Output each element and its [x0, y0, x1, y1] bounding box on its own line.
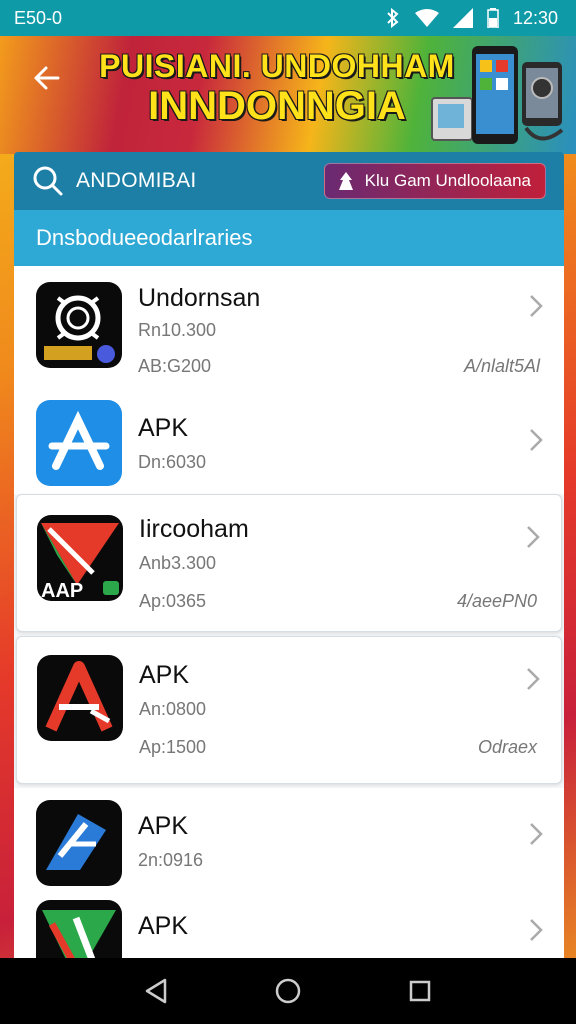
- list-item[interactable]: AAP Iircooham Anb3.300 Ap:0365 4/aeePN0: [16, 494, 562, 632]
- square-recents-icon: [409, 980, 431, 1002]
- promo-button[interactable]: Klu Gam Undloolaana: [323, 163, 546, 199]
- app-icon: [36, 800, 122, 886]
- status-time: 12:30: [512, 7, 558, 28]
- triangle-back-icon: [145, 978, 167, 1004]
- app-list: Undornsan Rn10.300 AB:G200 A/nlalt5Al AP…: [14, 266, 564, 958]
- search-input[interactable]: ANDOMIBAI: [76, 169, 324, 193]
- list-item[interactable]: APK An:0800 Ap:1500 Odraex: [16, 636, 562, 784]
- devices-illustration: [431, 46, 564, 144]
- app-name: Iircooham: [139, 515, 249, 543]
- fire-icon: [338, 172, 353, 190]
- chevron-right-icon: [530, 295, 543, 317]
- search-bar[interactable]: ANDOMIBAI Klu Gam Undloolaana: [14, 152, 564, 210]
- circle-home-icon: [275, 978, 301, 1004]
- status-icons: 12:30: [385, 8, 558, 29]
- app-detail-1: Rn10.300: [138, 320, 217, 340]
- nav-recents-button[interactable]: [402, 973, 438, 1009]
- app-detail-2: Ap:0365: [139, 591, 207, 611]
- back-button[interactable]: [26, 58, 66, 98]
- chevron-right-icon: [527, 526, 540, 548]
- list-item[interactable]: Undornsan Rn10.300 AB:G200 A/nlalt5Al: [14, 266, 564, 394]
- promo-label: Klu Gam Undloolaana: [364, 171, 531, 190]
- app-name: Undornsan: [138, 284, 261, 312]
- chevron-right-icon: [530, 823, 543, 845]
- app-name: APK: [138, 414, 189, 442]
- wifi-icon: [414, 9, 439, 27]
- app-icon: AAP: [37, 515, 123, 601]
- app-detail-2: Ap:1500: [139, 737, 207, 757]
- navigation-bar: [0, 958, 576, 1024]
- list-item[interactable]: APK Dn:6030: [14, 394, 564, 494]
- status-left-text: E50-0: [14, 7, 63, 28]
- app-detail-2: AB:G200: [138, 356, 212, 376]
- app-name: APK: [138, 812, 189, 840]
- chevron-right-icon: [530, 919, 543, 941]
- section-title: Dnsbodueeodarlraries: [36, 225, 253, 250]
- chevron-right-icon: [530, 429, 543, 451]
- app-extra: Odraex: [477, 737, 537, 757]
- section-header: Dnsbodueeodarlraries: [14, 210, 564, 266]
- banner-title-line2: INNDONNGIA: [148, 84, 406, 128]
- header-banner: PUISIANI. UNDOHHAM INNDONNGIA: [0, 36, 576, 154]
- list-item[interactable]: APK 2n:0916: [14, 788, 564, 896]
- app-detail-1: Dn:6030: [138, 452, 207, 472]
- list-item[interactable]: APK: [14, 896, 564, 958]
- app-name: APK: [139, 661, 190, 689]
- search-icon: [33, 166, 63, 196]
- app-extra: A/nlalt5Al: [463, 356, 540, 376]
- nav-back-button[interactable]: [138, 973, 174, 1009]
- app-icon-badge: AAP: [41, 580, 83, 601]
- nav-home-button[interactable]: [270, 973, 306, 1009]
- status-bar: E50-0 12:30: [0, 0, 576, 36]
- banner-title-line1: PUISIANI. UNDOHHAM: [99, 48, 455, 84]
- banner-title: PUISIANI. UNDOHHAM INNDONNGIA: [92, 50, 462, 126]
- signal-icon: [452, 8, 473, 28]
- app-icon: [36, 900, 122, 958]
- bluetooth-icon: [385, 8, 401, 28]
- chevron-right-icon: [527, 668, 540, 690]
- app-icon: [36, 400, 122, 486]
- app-icon: [37, 655, 123, 741]
- app-detail-1: An:0800: [139, 699, 207, 719]
- app-detail-1: 2n:0916: [138, 850, 204, 870]
- back-arrow-icon: [34, 66, 60, 90]
- app-icon: [36, 282, 122, 368]
- app-name: APK: [138, 912, 189, 940]
- app-extra: 4/aeePN0: [456, 591, 537, 611]
- battery-icon: [487, 8, 499, 28]
- app-detail-1: Anb3.300: [139, 553, 217, 573]
